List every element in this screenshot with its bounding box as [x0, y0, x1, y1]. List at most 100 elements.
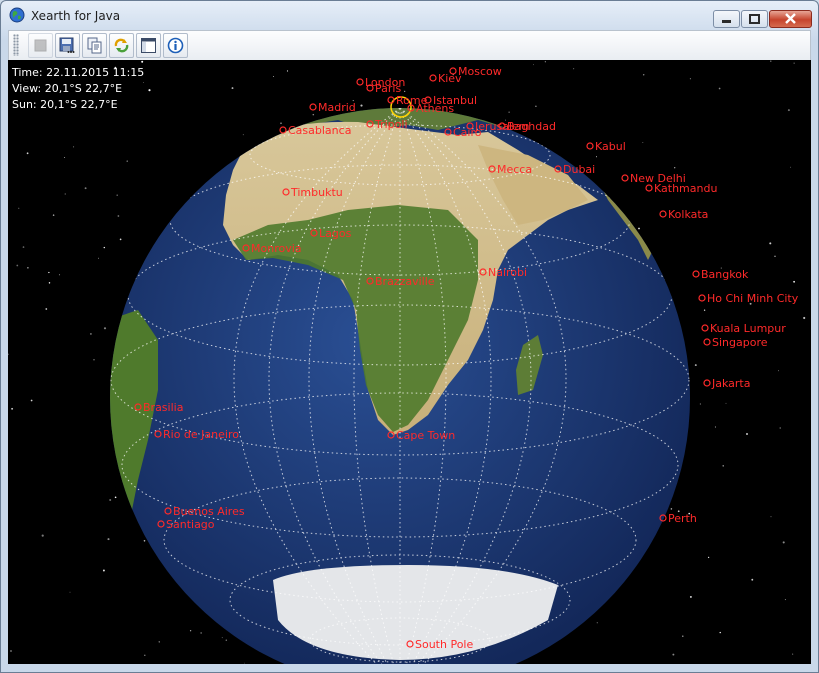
city-label: Lagos [319, 227, 352, 240]
settings-button[interactable] [136, 33, 161, 58]
city-marker[interactable]: Ho Chi Minh City [698, 292, 799, 305]
star [404, 90, 406, 92]
star [596, 622, 598, 624]
close-button[interactable] [769, 10, 812, 28]
star [533, 64, 534, 66]
city-label: Dubai [563, 163, 595, 176]
city-marker[interactable]: Casablanca [279, 124, 351, 137]
city-marker[interactable]: Kuala Lumpur [701, 322, 786, 335]
star [699, 403, 702, 405]
title-bar[interactable]: Xearth for Java [1, 1, 818, 31]
city-label: Ho Chi Minh City [707, 292, 799, 305]
city-marker[interactable]: Istanbul [424, 94, 477, 107]
copy-button[interactable] [82, 33, 107, 58]
city-dot [356, 78, 364, 86]
city-label: Nairobi [488, 266, 527, 279]
star [84, 187, 87, 190]
info-button[interactable] [163, 33, 188, 58]
city-label: Timbuktu [290, 186, 343, 199]
star [126, 160, 128, 162]
star [41, 534, 44, 537]
city-marker[interactable]: Kathmandu [645, 182, 717, 195]
star [8, 353, 9, 356]
star [751, 578, 754, 581]
city-marker[interactable]: Monrovia [242, 242, 302, 255]
city-label: Istanbul [433, 94, 477, 107]
star [360, 104, 363, 107]
city-marker[interactable]: South Pole [406, 638, 473, 651]
star [89, 332, 92, 335]
city-marker[interactable]: Jakarta [703, 377, 750, 390]
star [714, 426, 716, 428]
star [114, 496, 117, 499]
star [107, 538, 110, 541]
star [725, 402, 727, 404]
city-dot [279, 126, 287, 134]
window-title: Xearth for Java [31, 9, 121, 23]
minimize-button[interactable] [713, 10, 740, 28]
star [746, 433, 748, 435]
city-label: Brasilia [143, 401, 183, 414]
city-marker[interactable]: Bangkok [692, 268, 749, 281]
toolbar [8, 30, 811, 60]
city-marker[interactable]: Nairobi [479, 266, 527, 279]
star [73, 146, 75, 148]
star [48, 271, 50, 274]
toolbar-grip[interactable] [13, 34, 19, 56]
refresh-button[interactable] [109, 33, 134, 58]
star [144, 654, 146, 657]
star [779, 427, 781, 429]
earth-globe[interactable]: MoscowKievLondonParisMadridRomeAthensIst… [8, 60, 811, 664]
save-icon [59, 37, 75, 53]
star [689, 595, 692, 598]
time-readout: Time: 22.11.2015 11:15 [12, 66, 145, 79]
city-marker[interactable]: Timbuktu [282, 186, 343, 199]
star [596, 156, 597, 158]
city-label: Baghdad [507, 120, 556, 133]
sun-readout: Sun: 20,1°S 22,7°E [12, 98, 118, 111]
star [722, 465, 724, 467]
star [535, 105, 537, 108]
star [784, 599, 786, 601]
city-dot [659, 210, 667, 218]
star [674, 167, 676, 169]
save-image-button[interactable] [55, 33, 80, 58]
star [45, 308, 48, 310]
city-marker[interactable]: Rio de Janeiro [154, 428, 239, 441]
city-marker[interactable]: Kolkata [659, 208, 708, 221]
city-marker[interactable]: Buenos Aires [164, 505, 245, 518]
city-label: Perth [668, 512, 697, 525]
city-dot [703, 338, 711, 346]
star [769, 242, 772, 245]
city-label: Mecca [497, 163, 532, 176]
star [774, 255, 776, 258]
star [280, 122, 282, 125]
city-marker[interactable]: Madrid [309, 101, 356, 114]
star [52, 214, 55, 216]
city-label: South Pole [415, 638, 473, 651]
star [793, 62, 795, 64]
city-label: Brazzaville [375, 275, 435, 288]
star [225, 639, 228, 641]
star [142, 82, 144, 84]
city-label: Kolkata [668, 208, 708, 221]
city-marker[interactable]: Singapore [703, 336, 768, 349]
stop-button[interactable] [28, 33, 53, 58]
city-marker[interactable]: Kiev [429, 72, 462, 85]
city-dot [692, 270, 700, 278]
city-label: Moscow [458, 65, 502, 78]
globe-app-icon [9, 7, 25, 23]
star [792, 653, 794, 655]
city-marker[interactable]: Kabul [586, 140, 626, 153]
city-marker[interactable]: Brasilia [134, 401, 183, 414]
star [286, 70, 289, 72]
city-marker[interactable]: Baghdad [498, 120, 556, 133]
city-marker[interactable]: Cape Town [387, 429, 455, 442]
star [273, 76, 274, 78]
globe-view[interactable]: Moscow Kiev London Paris Madrid Rome Athens Ist… [8, 60, 811, 664]
city-marker[interactable]: Santiago [157, 518, 215, 531]
star [18, 207, 20, 209]
city-marker[interactable]: Brazzaville [366, 275, 435, 288]
maximize-button[interactable] [741, 10, 768, 28]
city-dot [309, 103, 317, 111]
